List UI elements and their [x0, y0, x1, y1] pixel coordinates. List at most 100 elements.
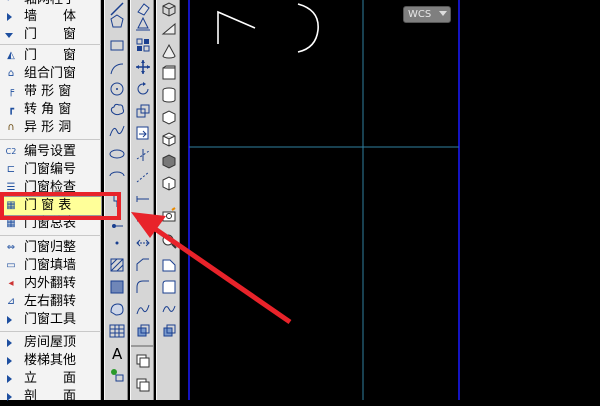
divider — [0, 139, 101, 140]
divider — [0, 44, 101, 45]
scale-icon[interactable] — [134, 102, 152, 120]
number-settings-icon: C2 — [5, 147, 17, 156]
summary-table-icon: ▦ — [6, 218, 16, 229]
view-pan-icon[interactable] — [160, 256, 178, 274]
menu-item-door-window-regularize[interactable]: ⇔ 门窗归整 — [0, 239, 101, 257]
pyramid-icon[interactable] — [160, 130, 178, 148]
corner-window-icon: ┏ — [7, 104, 15, 115]
drawing-canvas[interactable]: WCS — [180, 0, 600, 400]
menu-item-section[interactable]: 剖 面 — [0, 388, 101, 406]
extend-icon[interactable] — [134, 168, 152, 186]
axis-icon: ⌐ — [4, 0, 18, 6]
menu-item-rooms-roofs[interactable]: 房间屋顶 — [0, 334, 101, 352]
regularize-icon: ⇔ — [6, 242, 16, 253]
torus-icon[interactable] — [160, 108, 178, 126]
extrude-icon[interactable] — [160, 152, 178, 170]
door-window-icon: ◭ — [7, 50, 15, 61]
join-icon[interactable] — [134, 212, 152, 230]
arc-icon[interactable] — [108, 60, 126, 78]
mirror-icon[interactable] — [134, 36, 152, 54]
region-icon[interactable] — [108, 300, 126, 318]
menu-item-combined-door-window[interactable]: ⌂ 组合门窗 — [0, 65, 101, 83]
layer-icon[interactable] — [134, 352, 152, 370]
sketch-stroke — [217, 3, 319, 53]
orbit-icon[interactable] — [160, 278, 178, 296]
chevron-right-icon — [7, 357, 12, 365]
polygon-icon[interactable] — [108, 12, 126, 30]
fill-wall-icon: ▭ — [6, 260, 16, 271]
curve-icon[interactable] — [160, 300, 178, 318]
menu-item-door-window-check[interactable]: ☰ 门窗检查 — [0, 179, 101, 197]
menu-item-flip-left-right[interactable]: ⊿ 左右翻转 — [0, 293, 101, 311]
menu-item-corner-window[interactable]: ┏ 转 角 窗 — [0, 101, 101, 119]
command-menu: ⌐ 轴网柱子 墙 体 门 窗 ◭ 门 窗 ⌂ 组合门窗 ╒ 带 形 窗 ┏ 转 … — [0, 0, 102, 404]
box-icon[interactable] — [160, 0, 178, 18]
layer-previous-icon[interactable] — [134, 376, 152, 394]
wcs-dropdown[interactable]: WCS — [403, 6, 451, 23]
flip-vertical-icon: ◂ — [8, 278, 14, 289]
menu-item-door-window-summary[interactable]: ▦ 门窗总表 — [0, 215, 101, 233]
menu-item-number-settings[interactable]: C2 编号设置 — [0, 143, 101, 161]
trim-icon[interactable] — [134, 146, 152, 164]
copy-icon[interactable] — [134, 14, 152, 32]
chevron-right-icon — [7, 316, 12, 324]
ellipse-arc-icon[interactable] — [108, 167, 126, 185]
table-icon[interactable] — [108, 322, 126, 340]
make-block-icon[interactable] — [108, 214, 126, 232]
array-icon[interactable] — [134, 322, 152, 340]
zoom-icon[interactable] — [160, 232, 178, 250]
revolve-icon[interactable] — [160, 174, 178, 192]
rotate-icon[interactable] — [134, 80, 152, 98]
flip-horizontal-icon: ⊿ — [6, 296, 16, 307]
move-icon[interactable] — [134, 58, 152, 76]
blend-icon[interactable] — [134, 278, 152, 296]
explode-icon[interactable] — [134, 300, 152, 318]
menu-item-door-window-fill-wall[interactable]: ▭ 门窗填墙 — [0, 257, 101, 275]
menu-item-irregular-opening[interactable]: ∩ 异 形 洞 — [0, 119, 101, 137]
cloud-icon[interactable] — [108, 100, 126, 118]
combined-door-icon: ⌂ — [7, 68, 15, 79]
render-icon[interactable] — [160, 322, 178, 340]
drawing-geometry — [188, 0, 460, 400]
circle-icon[interactable] — [108, 80, 126, 98]
rectangle-icon[interactable] — [108, 36, 126, 54]
hatch-icon[interactable] — [108, 256, 126, 274]
chamfer-icon[interactable] — [134, 234, 152, 252]
menu-item-flip-inside-out[interactable]: ◂ 内外翻转 — [0, 275, 101, 293]
add-selected-icon[interactable] — [108, 366, 126, 384]
insert-block-icon[interactable] — [108, 192, 126, 210]
menu-item-door-window[interactable]: ◭ 门 窗 — [0, 47, 101, 65]
menu-item-walls[interactable]: 墙 体 — [0, 8, 101, 26]
modify-toolbar — [130, 0, 154, 400]
camera-icon[interactable] — [160, 206, 178, 224]
chevron-right-icon — [7, 339, 12, 347]
chevron-right-icon — [7, 375, 12, 383]
gradient-icon[interactable] — [108, 278, 126, 296]
ellipse-icon[interactable] — [108, 145, 126, 163]
fillet-icon[interactable] — [134, 256, 152, 274]
strip-window-icon: ╒ — [7, 86, 15, 97]
modeling-toolbar — [156, 0, 180, 400]
menu-item-door-window-numbering[interactable]: ⊏ 门窗编号 — [0, 161, 101, 179]
divider — [0, 331, 101, 332]
toolbar-divider — [131, 345, 153, 347]
cylinder-icon[interactable] — [160, 86, 178, 104]
point-icon[interactable] — [108, 234, 126, 252]
menu-item-stairs-other[interactable]: 楼梯其他 — [0, 352, 101, 370]
text-icon[interactable]: A — [108, 344, 126, 362]
menu-item-strip-window[interactable]: ╒ 带 形 窗 — [0, 83, 101, 101]
spline-icon[interactable] — [108, 122, 126, 140]
chevron-down-icon — [5, 33, 13, 38]
menu-item-doors-windows-group[interactable]: 门 窗 — [0, 26, 101, 44]
menu-item-door-window-table[interactable]: ▦ 门 窗 表 — [0, 196, 102, 216]
wedge-icon[interactable] — [160, 20, 178, 38]
cone-icon[interactable] — [160, 42, 178, 60]
sphere-icon[interactable] — [160, 64, 178, 82]
arch-opening-icon: ∩ — [7, 122, 15, 133]
table-icon: ▦ — [6, 200, 16, 211]
stretch-icon[interactable] — [134, 124, 152, 142]
menu-item-elevation[interactable]: 立 面 — [0, 370, 101, 388]
menu-item-door-window-tools[interactable]: 门窗工具 — [0, 311, 101, 329]
break-icon[interactable] — [134, 190, 152, 208]
check-icon: ☰ — [6, 182, 16, 193]
